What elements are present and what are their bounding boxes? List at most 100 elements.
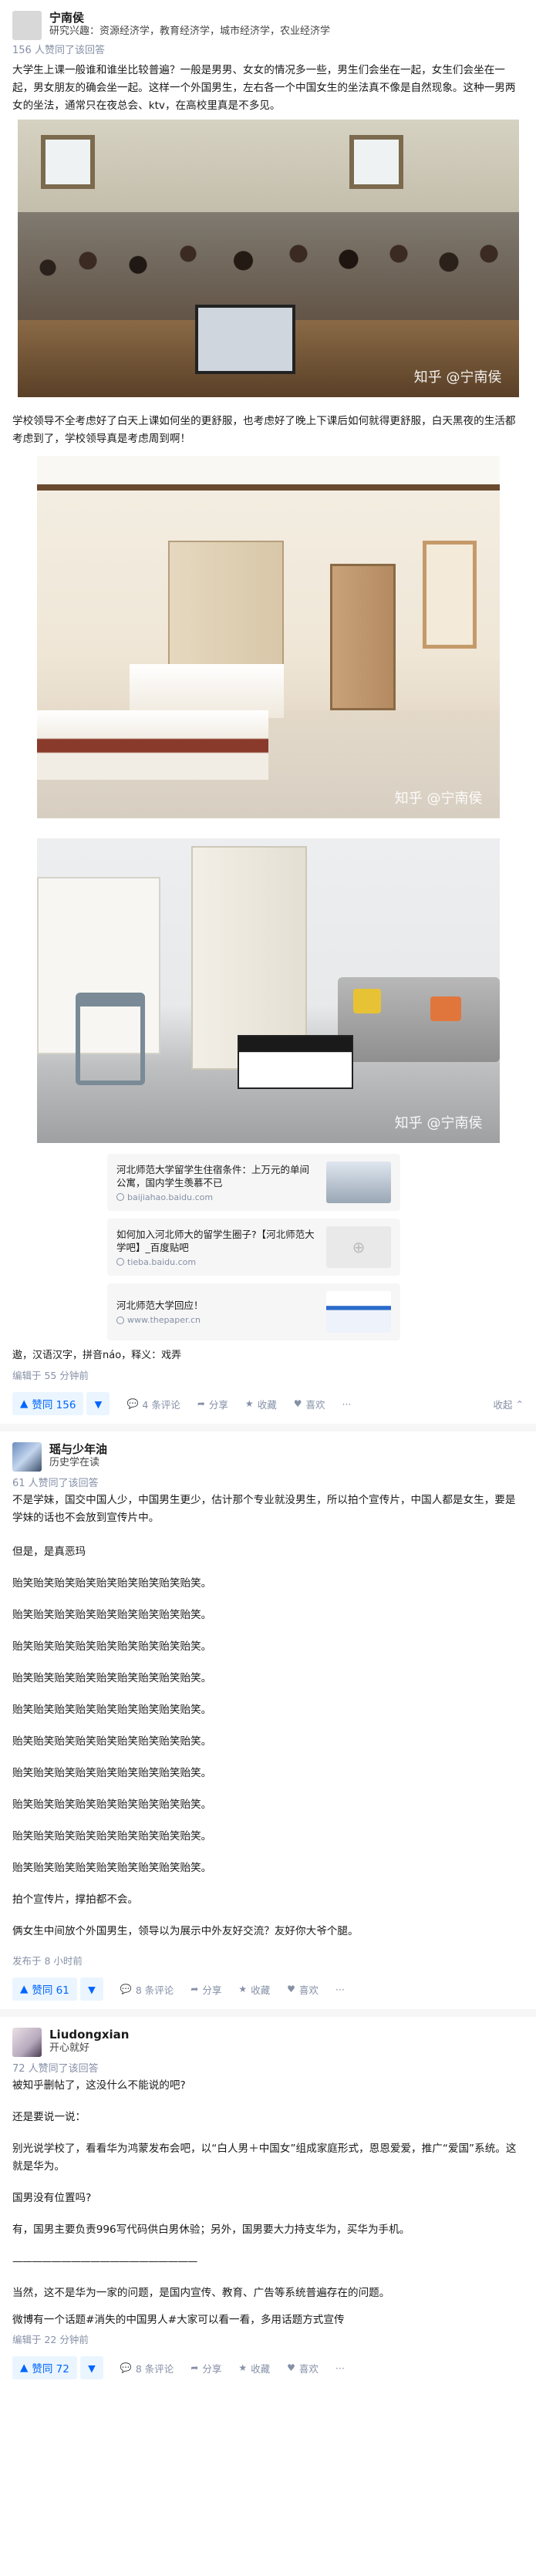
paragraph: 大学生上课一般谁和谁坐比较普遍？一般是男男、女女的情况多一些，男生们会坐在一起，…: [12, 64, 516, 112]
link-card[interactable]: 河北师范大学回应！ www.thepaper.cn: [107, 1283, 400, 1340]
upvote-button[interactable]: ▲ 赞同 72: [12, 2356, 77, 2379]
author-bio: 研究兴趣：资源经济学，教育经济学，城市经济学，农业经济学: [49, 25, 331, 37]
paragraph: 还是要说一说：: [12, 2111, 86, 2123]
more-button[interactable]: ···: [335, 2362, 345, 2374]
answer-body: 大学生上课一般谁和谁坐比较普遍？一般是男男、女女的情况多一些，男生们会坐在一起，…: [12, 62, 524, 115]
link-card-thumbnail: [326, 1291, 391, 1333]
image-watermark: 知乎 @宁南侯: [394, 1115, 483, 1131]
divider-line: ———————————————————: [12, 2255, 197, 2267]
photo-door: [329, 564, 396, 710]
more-icon: ···: [335, 1983, 345, 1995]
link-card-title: 河北师范大学留学生住宿条件：上万元的单间公寓，国内学生羡慕不已: [116, 1163, 310, 1189]
share-button[interactable]: ➦ 分享: [190, 2361, 221, 2375]
photo-chair: [75, 993, 145, 1085]
divider: [0, 2009, 536, 2017]
share-icon: ➦: [190, 1984, 199, 1994]
like-button[interactable]: ♥ 喜欢: [294, 1397, 325, 1411]
photo-pillow: [352, 989, 381, 1013]
downvote-button[interactable]: ▼: [86, 1392, 110, 1415]
share-icon: ➦: [190, 2362, 199, 2373]
edited-time[interactable]: 编辑于 22 分钟前: [12, 2334, 524, 2346]
like-button[interactable]: ♥ 喜欢: [287, 2361, 319, 2375]
downvote-button[interactable]: ▼: [79, 2356, 103, 2379]
share-button[interactable]: ➦ 分享: [190, 1982, 221, 1997]
paragraph: 国男没有位置吗?: [12, 2192, 92, 2204]
collect-button[interactable]: ★ 收藏: [245, 1397, 277, 1411]
photo-bed: [36, 710, 268, 780]
author-bio: 历史学在读: [49, 1457, 100, 1468]
comment-button[interactable]: 💬 4 条评论: [126, 1397, 180, 1411]
collect-button[interactable]: ★ 收藏: [238, 1982, 270, 1997]
upvote-icon: ▲: [20, 2362, 29, 2374]
photo-screen: [194, 305, 295, 374]
link-card[interactable]: 河北师范大学留学生住宿条件：上万元的单间公寓，国内学生羡慕不已 baijiaha…: [107, 1154, 400, 1211]
answer-body: 学校领导不全考虑好了白天上课如何坐的更舒服，也考虑好了晚上下课后如何就得更舒服，…: [12, 413, 524, 448]
link-icon: [116, 1193, 124, 1201]
link-card-source: tieba.baidu.com: [116, 1257, 319, 1267]
repeated-line: 贻笑贻笑贻笑贻笑贻笑贻笑贻笑贻笑贻笑。: [12, 1735, 212, 1748]
link-card-source: www.thepaper.cn: [116, 1315, 319, 1325]
collect-button[interactable]: ★ 收藏: [238, 2361, 270, 2375]
upvote-button[interactable]: ▲ 赞同 61: [12, 1978, 77, 2001]
link-card[interactable]: 如何加入河北师大的留学生圈子?【河北师范大学吧】_百度贴吧 tieba.baid…: [107, 1219, 400, 1276]
star-icon: ★: [238, 2362, 248, 2373]
avatar[interactable]: [12, 11, 42, 40]
living-room-photo[interactable]: 知乎 @宁南侯: [36, 838, 500, 1143]
collapse-button[interactable]: 收起 ⌃: [494, 1397, 524, 1411]
author-info: Liudongxian 开心就好: [12, 2017, 524, 2057]
published-time[interactable]: 发布于 8 小时前: [12, 1955, 524, 1967]
heart-icon: ♥: [287, 2362, 295, 2373]
image-watermark: 知乎 @宁南侯: [394, 791, 483, 807]
globe-icon: ⊕: [326, 1226, 391, 1268]
repeated-line: 贻笑贻笑贻笑贻笑贻笑贻笑贻笑贻笑贻笑。: [12, 1609, 212, 1621]
more-button[interactable]: ···: [335, 1984, 345, 1995]
photo-shelf: [422, 541, 477, 649]
author-bio: 开心就好: [49, 2042, 90, 2054]
answer-card: 宁南侯 研究兴趣：资源经济学，教育经济学，城市经济学，农业经济学 156 人赞同…: [0, 0, 536, 1431]
repeated-line: 贻笑贻笑贻笑贻笑贻笑贻笑贻笑贻笑贻笑。: [12, 1672, 212, 1684]
comment-button[interactable]: 💬 8 条评论: [120, 1982, 174, 1997]
repeated-line: 贻笑贻笑贻笑贻笑贻笑贻笑贻笑贻笑贻笑。: [12, 1767, 212, 1779]
repeated-line: 贻笑贻笑贻笑贻笑贻笑贻笑贻笑贻笑贻笑。: [12, 1640, 212, 1653]
link-icon: [116, 1258, 124, 1266]
vote-count-line: 72 人赞同了该回答: [12, 2063, 99, 2075]
image-watermark: 知乎 @宁南侯: [413, 369, 502, 386]
photo-pillow: [430, 996, 461, 1021]
paragraph: 微博有一个话题#消失的中国男人#大家可以看一看，多用话题方式宣传: [12, 2314, 345, 2326]
avatar[interactable]: [12, 1442, 42, 1472]
comment-button[interactable]: 💬 8 条评论: [120, 2361, 174, 2375]
like-button[interactable]: ♥ 喜欢: [287, 1982, 319, 1997]
avatar[interactable]: [12, 2028, 42, 2057]
author-info: 宁南侯 研究兴趣：资源经济学，教育经济学，城市经济学，农业经济学: [12, 0, 524, 40]
photo-ceiling: [36, 456, 500, 491]
downvote-button[interactable]: ▼: [79, 1978, 103, 2001]
author-name[interactable]: 瑶与少年油: [49, 1442, 107, 1456]
bedroom-photo[interactable]: 知乎 @宁南侯: [36, 456, 500, 818]
classroom-photo[interactable]: 知乎 @宁南侯: [17, 120, 519, 397]
answer-feed: 宁南侯 研究兴趣：资源经济学，教育经济学，城市经济学，农业经济学 156 人赞同…: [0, 0, 536, 2576]
upvote-button[interactable]: ▲ 赞同 156: [12, 1392, 84, 1415]
more-icon: ···: [342, 1398, 352, 1410]
repeated-line: 贻笑贻笑贻笑贻笑贻笑贻笑贻笑贻笑贻笑。: [12, 1830, 212, 1843]
share-button[interactable]: ➦ 分享: [197, 1397, 228, 1411]
edited-time[interactable]: 编辑于 55 分钟前: [12, 1370, 524, 1382]
author-name[interactable]: 宁南侯: [49, 11, 330, 25]
upvote-icon: ▲: [20, 1398, 29, 1410]
downvote-icon: ▼: [88, 1983, 96, 1995]
paragraph: 被知乎删帖了，这没什么不能说的吧?: [12, 2079, 186, 2092]
answer-body: 被知乎删帖了，这没什么不能说的吧? 还是要说一说： 别光说学校了，看看华为鸿蒙发…: [12, 2077, 524, 2329]
more-icon: ···: [335, 2362, 345, 2374]
vote-count-line: 61 人赞同了该回答: [12, 1478, 99, 1489]
repeated-line: 贻笑贻笑贻笑贻笑贻笑贻笑贻笑贻笑贻笑。: [12, 1862, 212, 1874]
share-icon: ➦: [197, 1398, 205, 1409]
author-info: 瑶与少年油 历史学在读: [12, 1431, 524, 1472]
author-name[interactable]: Liudongxian: [49, 2028, 129, 2042]
repeated-lines: 贻笑贻笑贻笑贻笑贻笑贻笑贻笑贻笑贻笑。 贻笑贻笑贻笑贻笑贻笑贻笑贻笑贻笑贻笑。 贻笑…: [12, 1568, 524, 1884]
upvote-icon: ▲: [20, 1983, 29, 1995]
chevron-up-icon: ⌃: [515, 1398, 524, 1410]
more-button[interactable]: ···: [342, 1398, 351, 1410]
photo-window: [40, 135, 95, 189]
photo-window: [349, 135, 403, 189]
action-bar: ▲ 赞同 72 ▼ 💬 8 条评论 ➦ 分享 ★ 收藏 ♥ 喜欢 ···: [12, 2352, 524, 2383]
heart-icon: ♥: [287, 1984, 295, 1994]
